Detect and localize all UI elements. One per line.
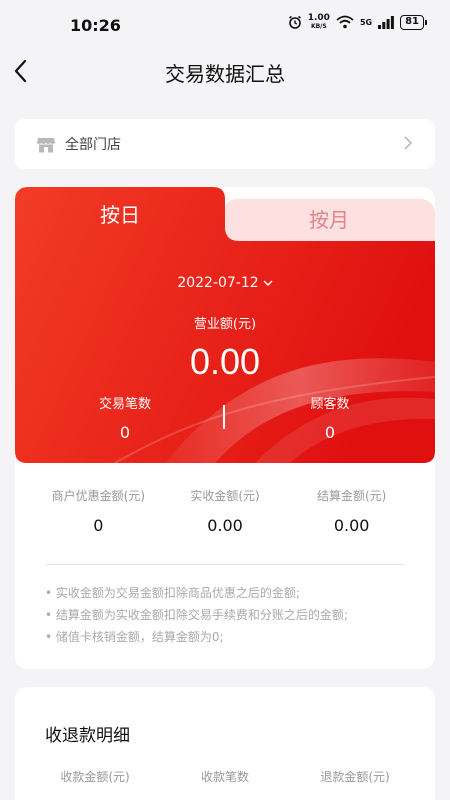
status-bar: 10:26 1.00 KB/S 5G 81: [0, 0, 450, 48]
metric-settlement: 结算金额(元) 0.00: [316, 489, 387, 535]
note-item: • 储值卡核销金额，结算金额为0;: [45, 630, 224, 644]
date-value: 2022-07-12: [177, 275, 259, 291]
column-header: 收款金额(元): [60, 770, 130, 784]
transactions-value: 0: [119, 423, 131, 442]
store-selector-label: 全部门店: [65, 137, 121, 153]
store-selector[interactable]: 全部门店: [15, 119, 435, 169]
stat-divider: [223, 405, 225, 429]
metric-actual-received: 实收金额(元) 0.00: [190, 489, 260, 535]
notes: • 实收金额为交易金额扣除商品优惠之后的金额; • 结算金额为实收金额扣除交易手…: [45, 582, 348, 648]
clock: 10:26: [70, 16, 121, 35]
signal-type: 5G: [359, 17, 373, 27]
alarm-icon: [288, 15, 301, 29]
page-title: 交易数据汇总: [165, 62, 285, 86]
detail-columns: 收款金额(元) 收款笔数 退款金额(元): [30, 768, 420, 785]
customers-label: 顾客数: [310, 397, 350, 412]
store-icon: [37, 138, 55, 153]
chevron-right-icon: [404, 136, 413, 150]
network-speed: 1.00 KB/S: [307, 13, 330, 31]
customers-value: 0: [324, 423, 336, 442]
signal-icon: [378, 15, 394, 29]
metric-merchant-discount: 商户优惠金额(元) 0: [51, 489, 146, 535]
wifi-icon: [336, 15, 354, 29]
note-item: • 实收金额为交易金额扣除商品优惠之后的金额;: [45, 586, 300, 600]
summary-card: 按月 按日 2022-07-12 营业额(元) 0.00 交易笔数 0 顾客数 …: [15, 187, 435, 669]
metrics-row: 商户优惠金额(元) 0 实收金额(元) 0.00 结算金额(元) 0.00: [35, 487, 415, 547]
summary-hero: 按日 2022-07-12 营业额(元) 0.00 交易笔数 0 顾客数 0: [15, 187, 435, 463]
note-item: • 结算金额为实收金额扣除交易手续费和分账之后的金额;: [45, 608, 348, 622]
column-header: 收款笔数: [200, 770, 249, 784]
nav-bar: 交易数据汇总: [0, 48, 450, 96]
battery-indicator: 81: [400, 14, 427, 30]
divider: [45, 564, 405, 565]
tab-day[interactable]: 按日: [15, 187, 225, 243]
refund-detail-card: 收退款明细 收款金额(元) 收款笔数 退款金额(元): [15, 687, 435, 800]
revenue-label: 营业额(元): [193, 317, 257, 332]
date-selector[interactable]: 2022-07-12: [15, 275, 435, 291]
revenue-value: 0.00: [189, 341, 261, 382]
column-header: 退款金额(元): [320, 770, 390, 784]
status-icons: 1.00 KB/S 5G 81: [288, 13, 427, 31]
transactions-label: 交易笔数: [98, 397, 151, 412]
chevron-down-icon: [263, 280, 273, 286]
section-title: 收退款明细: [45, 726, 130, 746]
